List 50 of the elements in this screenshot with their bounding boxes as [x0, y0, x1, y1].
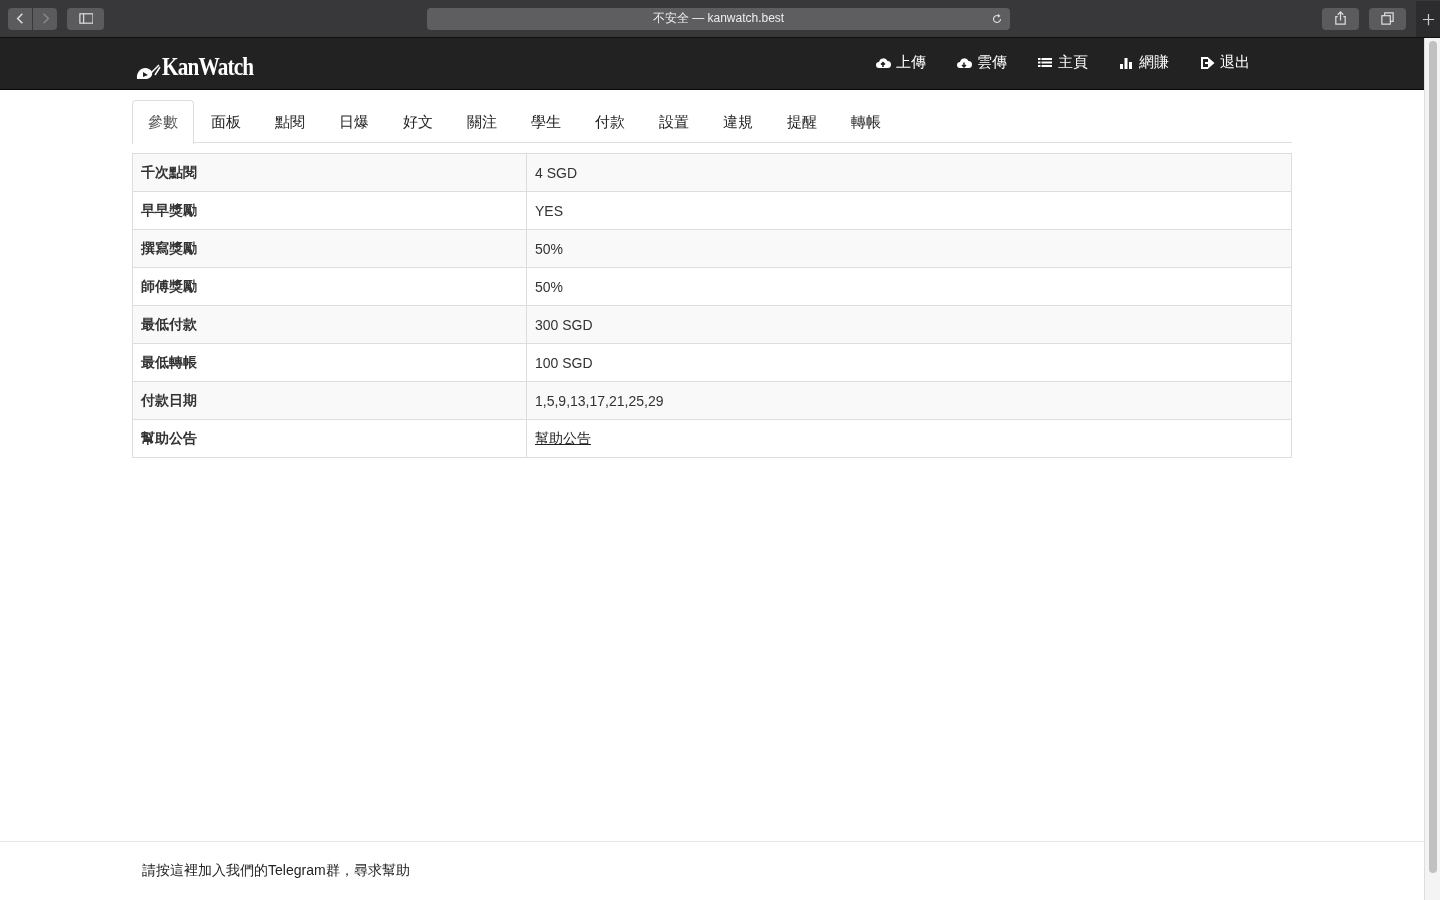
table-cell: 50%: [526, 267, 1292, 306]
telegram-link[interactable]: 請按這裡加入我們的Telegram群，尋求幫助: [142, 862, 410, 878]
address-bar[interactable]: 不安全 — kanwatch.best: [427, 7, 1010, 30]
tab[interactable]: 提醒: [768, 100, 834, 142]
nav-link[interactable]: 網賺: [1103, 53, 1184, 72]
table-cell: 師傅獎勵: [132, 267, 527, 306]
table-cell: 300 SGD: [526, 305, 1292, 344]
table-cell: 早早獎勵: [132, 191, 527, 230]
nav-link[interactable]: 退出: [1184, 53, 1265, 72]
table-cell: 付款日期: [132, 381, 527, 420]
tabs-button[interactable]: [1369, 7, 1406, 30]
table-cell: 100 SGD: [526, 343, 1292, 382]
table-cell: 千次點閱: [132, 153, 527, 192]
help-link[interactable]: 幫助公告: [535, 429, 591, 446]
brand-logo[interactable]: KanWatch: [135, 52, 270, 81]
logout-icon: [1199, 54, 1215, 71]
sidebar-button[interactable]: [67, 7, 104, 30]
table-cell: YES: [526, 191, 1292, 230]
tab[interactable]: 點閱: [256, 100, 322, 142]
reload-icon[interactable]: [990, 11, 1004, 26]
new-tab-button[interactable]: [1416, 1, 1440, 37]
share-icon: [1333, 11, 1348, 26]
nav-link[interactable]: 雲傳: [941, 53, 1022, 72]
nav-link[interactable]: 上傳: [860, 53, 941, 72]
table-cell: 最低付款: [132, 305, 527, 344]
tab[interactable]: 好文: [384, 100, 450, 142]
tab[interactable]: 付款: [576, 100, 642, 142]
share-button[interactable]: [1322, 7, 1359, 30]
tab[interactable]: 學生: [512, 100, 578, 142]
tab[interactable]: 參數: [132, 100, 194, 144]
tab[interactable]: 轉帳: [832, 100, 898, 142]
tab[interactable]: 面板: [192, 100, 258, 142]
sidebar-icon: [78, 11, 93, 26]
table-cell: 撰寫獎勵: [132, 229, 527, 268]
tab[interactable]: 關注: [448, 100, 514, 142]
nav-link[interactable]: 主頁: [1022, 53, 1103, 72]
plus-icon: [1420, 11, 1436, 27]
tab[interactable]: 設置: [640, 100, 706, 142]
tab[interactable]: 日爆: [320, 100, 386, 142]
tab[interactable]: 違規: [704, 100, 770, 142]
scrollbar-thumb[interactable]: [1428, 41, 1437, 873]
table-cell: 50%: [526, 229, 1292, 268]
tabs-icon: [1380, 11, 1395, 26]
table-cell: 1,5,9,13,17,21,25,29: [526, 381, 1292, 420]
table-cell: 幫助公告: [132, 419, 527, 458]
table-cell: 最低轉帳: [132, 343, 527, 382]
address-text: 不安全 — kanwatch.best: [652, 10, 785, 27]
forward-button[interactable]: [33, 7, 57, 30]
back-button[interactable]: [8, 7, 32, 30]
table-cell: 4 SGD: [526, 153, 1292, 192]
